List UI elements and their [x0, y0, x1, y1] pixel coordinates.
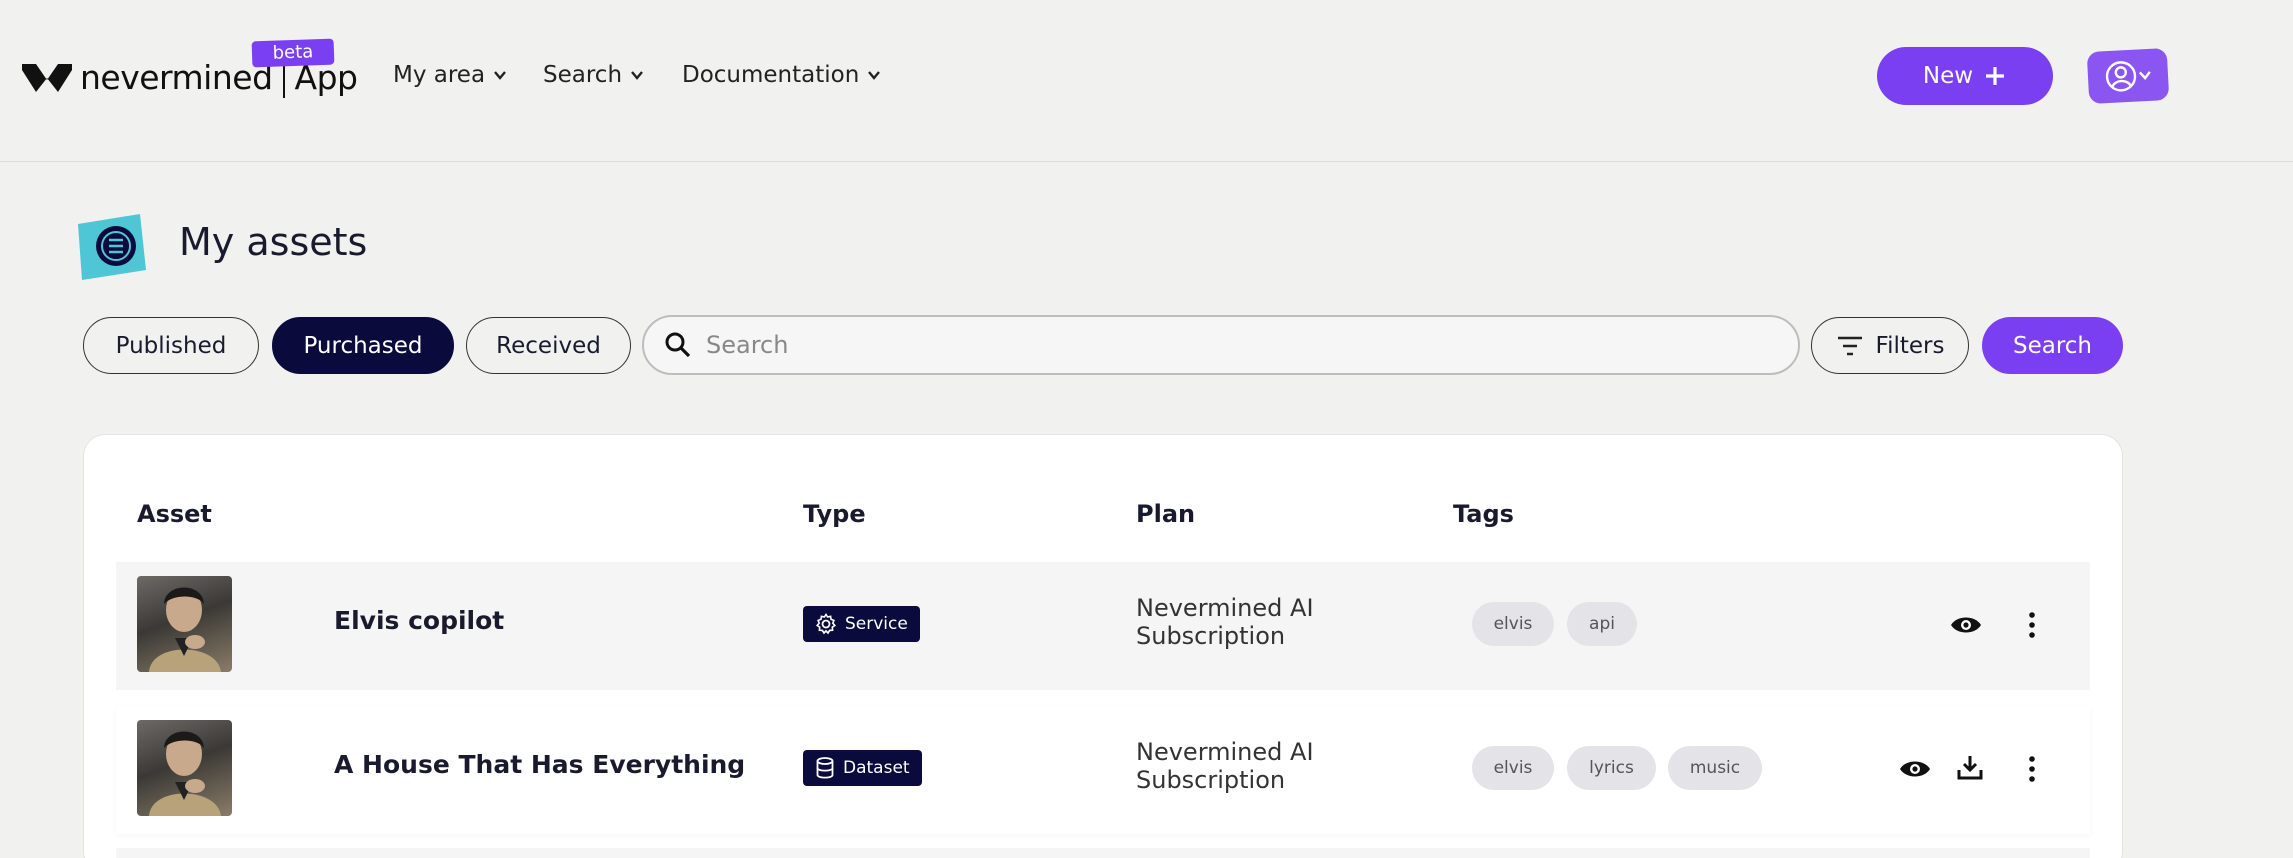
assets-icon [78, 214, 146, 280]
plan-line: Nevermined AI [1136, 594, 1314, 622]
nav-documentation[interactable]: Documentation [682, 62, 881, 88]
nav-search[interactable]: Search [543, 62, 644, 88]
tab-published[interactable]: Published [83, 317, 259, 374]
database-icon [816, 757, 834, 779]
search-field[interactable] [642, 315, 1800, 375]
tag-chip[interactable]: elvis [1472, 746, 1554, 790]
asset-thumbnail [137, 576, 232, 672]
filter-icon [1837, 336, 1862, 355]
user-avatar-icon [2105, 61, 2137, 92]
user-menu-button[interactable] [2086, 47, 2170, 105]
nav-my-area-label: My area [393, 62, 486, 88]
search-icon [665, 332, 691, 358]
tag-chip[interactable]: api [1567, 602, 1637, 646]
column-header-type: Type [803, 500, 866, 528]
type-label: Dataset [843, 758, 910, 778]
download-icon[interactable] [1953, 750, 1987, 784]
more-icon[interactable] [2015, 608, 2049, 642]
plan-line: Nevermined AI [1136, 738, 1314, 766]
nav-my-area[interactable]: My area [393, 62, 507, 88]
asset-name[interactable]: Elvis copilot [334, 606, 504, 635]
asset-thumbnail [137, 720, 232, 816]
column-header-asset: Asset [137, 500, 212, 528]
portrait-image [149, 587, 221, 672]
nav-documentation-label: Documentation [682, 62, 860, 88]
filters-button[interactable]: Filters [1811, 317, 1969, 374]
type-badge: Service [803, 606, 920, 642]
gear-icon [816, 613, 836, 635]
chevron-down-icon [868, 71, 881, 80]
column-header-plan: Plan [1136, 500, 1196, 528]
tab-purchased[interactable]: Purchased [272, 317, 454, 374]
chevron-down-icon [631, 71, 643, 80]
plan-line: Subscription [1136, 622, 1286, 650]
search-button[interactable]: Search [1982, 317, 2123, 374]
tab-received[interactable]: Received [466, 317, 631, 374]
view-icon[interactable] [1949, 608, 1983, 642]
page-title: My assets [179, 220, 368, 264]
asset-name[interactable]: A House That Has Everything [334, 750, 745, 779]
portrait-image [149, 731, 221, 816]
table-row[interactable]: Elvis copilot Service Nevermined AI Subs… [116, 562, 2090, 690]
new-button-label: New [1922, 63, 1974, 89]
nav-search-label: Search [543, 62, 623, 88]
plan-name: Nevermined AI Subscription [1136, 594, 1314, 650]
more-icon[interactable] [2015, 752, 2049, 786]
chevron-down-icon [494, 71, 506, 80]
beta-badge: beta [251, 38, 335, 68]
top-header: nevermined App beta My area Search Docume… [0, 0, 2293, 162]
plan-name: Nevermined AI Subscription [1136, 738, 1314, 794]
filters-label: Filters [1875, 332, 1945, 359]
plus-icon [1986, 67, 2005, 85]
tag-chip[interactable]: elvis [1472, 602, 1554, 646]
new-button[interactable]: New [1877, 47, 2053, 105]
type-label: Service [845, 614, 908, 634]
nevermined-logo-icon [22, 64, 72, 92]
chevron-down-icon [2138, 71, 2151, 80]
tag-chip[interactable]: music [1668, 746, 1762, 790]
table-row[interactable]: A House That Has Everything Dataset Neve… [116, 706, 2090, 834]
column-header-tags: Tags [1453, 500, 1514, 528]
type-badge: Dataset [803, 750, 922, 786]
plan-line: Subscription [1136, 766, 1286, 794]
search-input[interactable] [706, 331, 1756, 359]
table-row[interactable] [116, 848, 2090, 858]
tag-chip[interactable]: lyrics [1567, 746, 1656, 790]
view-icon[interactable] [1898, 752, 1932, 786]
